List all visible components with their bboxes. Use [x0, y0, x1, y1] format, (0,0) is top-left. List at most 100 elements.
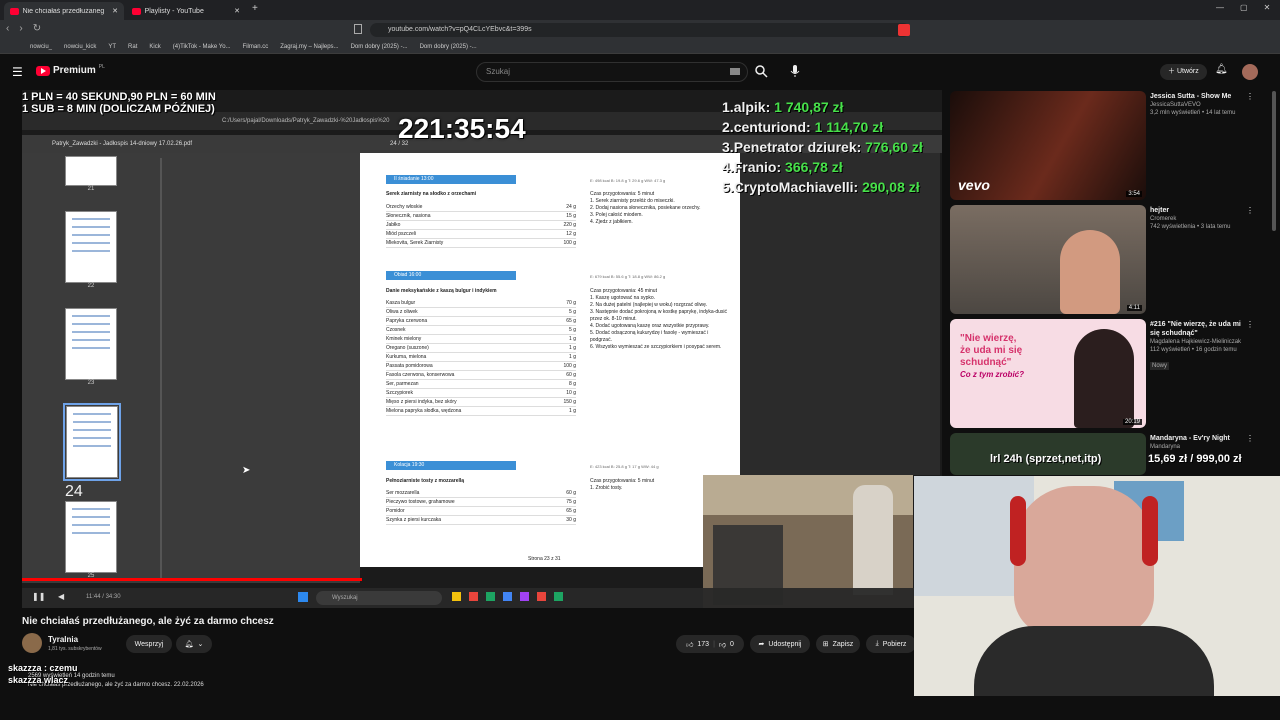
ingredient-row: Orzechy włoskie 24 g [386, 204, 576, 212]
donor-row: 1.alpik: 1 740,87 zł [722, 99, 844, 115]
app-icon[interactable] [469, 592, 478, 601]
recommendation-info[interactable]: hejter Cromerek 742 wyświetlenia • 3 lat… [1150, 206, 1246, 231]
recommendation-thumbnail[interactable]: 4:11 [950, 205, 1146, 314]
vevo-badge: vevo [958, 177, 990, 193]
tab-active[interactable]: Nie chciałaś przedłużaneg ✕ [4, 2, 124, 20]
app-icon[interactable] [486, 592, 495, 601]
volume-icon[interactable]: ◀ [58, 592, 64, 601]
pdf-thumbnail[interactable]: 25 [65, 501, 117, 579]
page-footer: Strona 23 z 31 [528, 556, 561, 562]
mic-icon[interactable] [790, 64, 800, 78]
bookmark-item[interactable]: Dom dobry (2025) -... [351, 44, 408, 50]
bookmark-item[interactable]: YT [108, 44, 116, 50]
create-button[interactable]: ＋ Utwórz [1160, 64, 1207, 80]
meal-name: Pełnoziarniste tosty z mozzarellą [386, 478, 465, 484]
minimize-icon[interactable]: — [1216, 3, 1224, 12]
youtube-logo[interactable]: Premium PL [36, 64, 105, 76]
ingredient-row: Ser, parmezan 8 g [386, 381, 576, 389]
like-icon[interactable]: 👍︎ [686, 640, 693, 649]
bookmark-item[interactable]: Rat [128, 44, 137, 50]
keyboard-icon[interactable] [730, 68, 740, 75]
tab-label: Playlisty - YouTube [144, 7, 204, 15]
more-options-icon[interactable]: ⋮ [1246, 92, 1254, 101]
extension-icon[interactable] [898, 24, 910, 36]
channel-avatar[interactable] [22, 633, 42, 653]
pdf-thumbnail-pane: 21 22 23 24 25 [22, 153, 163, 583]
forward-icon[interactable]: › [19, 23, 22, 34]
search-input[interactable]: Szukaj [476, 62, 748, 82]
recommendation-info[interactable]: Mandaryna - Ev'ry Night Mandaryna [1150, 434, 1246, 451]
app-icon[interactable] [537, 592, 546, 601]
ingredient-row: Kminek mielony 1 g [386, 336, 576, 344]
recommendation-channel: Magdalena Hajkiewicz-Mieliniczak [1150, 339, 1242, 345]
download-button[interactable]: ⤓ Pobierz [866, 635, 916, 653]
ingredient-row: Mlekovita, Serek Ziarnisty 100 g [386, 240, 576, 248]
pdf-thumbnail[interactable]: 22 [65, 211, 117, 289]
window-controls: — ▢ ✕ [1216, 3, 1270, 12]
pdf-thumbnail-selected[interactable] [63, 403, 121, 481]
avatar[interactable] [1242, 64, 1258, 80]
reload-icon[interactable]: ↻ [33, 23, 41, 34]
thumb-number: 24 [65, 483, 83, 500]
support-button[interactable]: Wesprzyj [126, 635, 172, 653]
pause-icon[interactable]: ❚❚ [32, 592, 45, 601]
video-title: Nie chciałaś przedłużanego, ale żyć za d… [22, 616, 274, 627]
subscriber-count: 1,81 tys. subskrybentów [48, 646, 102, 652]
nav-buttons: ‹ › ↻ [6, 23, 41, 34]
close-window-icon[interactable]: ✕ [1264, 3, 1271, 12]
thumb-number: 22 [87, 283, 95, 289]
bookmark-icon[interactable] [354, 24, 362, 34]
pdf-thumbnail[interactable]: 23 [65, 308, 117, 386]
more-options-icon[interactable]: ⋮ [1246, 320, 1254, 329]
recommendation-thumbnail[interactable]: vevo 3:54 [950, 91, 1146, 200]
ingredient-row: Jabłko 220 g [386, 222, 576, 230]
bookmark-item[interactable]: (4)TikTok - Make Yo... [173, 44, 231, 50]
app-icon[interactable] [554, 592, 563, 601]
goal-progress: 15,69 zł / 999,00 zł [1148, 453, 1242, 465]
subscribed-button[interactable]: 🔔︎ ⌄ [176, 635, 212, 653]
bookmark-item[interactable]: Zagraj.my – Najleps... [280, 44, 338, 50]
bookmark-item[interactable]: nowciu_kick [64, 44, 96, 50]
subathon-timer: 221:35:54 [398, 113, 526, 144]
menu-icon[interactable]: ☰ [12, 65, 23, 79]
bell-icon[interactable]: 🔔︎ [1215, 64, 1228, 75]
share-button[interactable]: ➦ Udostępnij [750, 635, 810, 653]
bookmark-item[interactable]: nowciu_ [30, 44, 52, 50]
save-icon: ⊞ [822, 641, 829, 648]
url-field[interactable]: youtube.com/watch?v=pQ4CLcYEbvc&t=399s [370, 23, 910, 37]
recommendation-thumbnail[interactable]: "Nie wierzę, że uda mi się schudnąć" Co z … [950, 319, 1146, 428]
tab-playlists[interactable]: Playlisty - YouTube ✕ [126, 2, 246, 20]
save-button[interactable]: ⊞ Zapisz [816, 635, 860, 653]
app-icon[interactable] [503, 592, 512, 601]
dislike-icon[interactable]: 👎︎ [719, 640, 726, 649]
recommendation-meta: 112 wyświetleń • 16 godzin temu [1150, 347, 1237, 353]
recommendation-info[interactable]: Jessica Sutta - Show Me JessicaSuttaVEVO… [1150, 92, 1246, 117]
recommendation-info[interactable]: #216 "Nie wierzę, że uda mi się schudnąć… [1150, 320, 1246, 372]
search-icon[interactable] [754, 64, 768, 78]
maximize-icon[interactable]: ▢ [1240, 3, 1248, 12]
bookmark-item[interactable]: Filman.cc [243, 44, 269, 50]
channel-name[interactable]: Tyralnia [48, 635, 78, 644]
more-options-icon[interactable]: ⋮ [1246, 434, 1254, 443]
page-scrollbar[interactable] [1272, 91, 1276, 231]
bookmark-item[interactable]: Dom dobry (2025) -... [420, 44, 477, 50]
app-icon[interactable] [520, 592, 529, 601]
cursor-icon: ➤ [242, 465, 251, 476]
app-icon[interactable] [452, 592, 461, 601]
ingredient-list: Ser mozzarella 60 g Pieczywo tostowe, gra… [386, 489, 576, 525]
taskbar-search[interactable]: Wyszukaj [316, 591, 442, 605]
back-icon[interactable]: ‹ [6, 23, 9, 34]
recommendation-title: hejter [1150, 207, 1170, 214]
close-icon[interactable]: ✕ [234, 7, 240, 15]
new-tab-button[interactable]: + [252, 3, 258, 14]
recommendation-meta: 3,2 mln wyświetleń • 14 lat temu [1150, 110, 1236, 116]
windows-start-icon[interactable] [298, 592, 308, 602]
bookmark-item[interactable]: Kick [149, 44, 160, 50]
person-figure [1060, 230, 1120, 314]
more-options-icon[interactable]: ⋮ [1246, 206, 1254, 215]
meal-name: Danie meksykańskie z kaszą bulgur i indy… [386, 288, 497, 294]
pdf-thumbnail[interactable]: 21 [65, 156, 117, 192]
video-controls: ❚❚ ◀ 11:44 / 34:30 Wyszukaj [22, 588, 942, 608]
pdf-right-margin [740, 153, 940, 475]
close-icon[interactable]: ✕ [112, 7, 118, 15]
